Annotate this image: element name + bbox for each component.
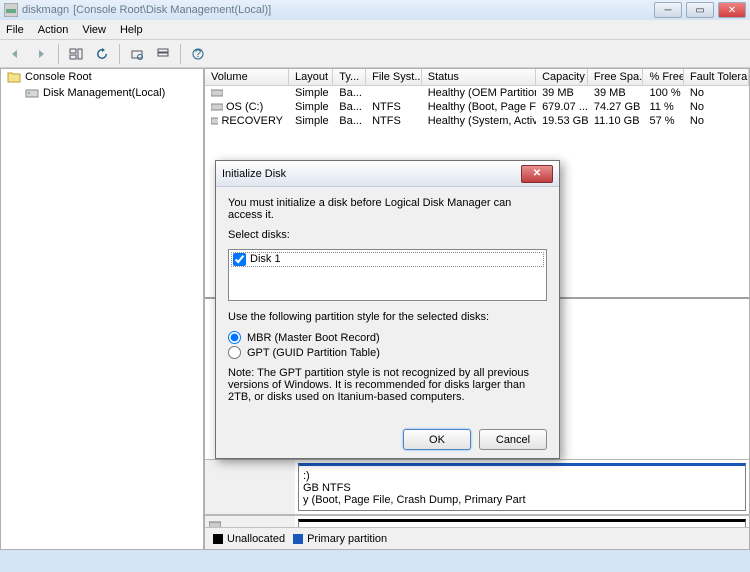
folder-icon — [7, 71, 21, 83]
volume-row[interactable]: OS (C:)SimpleBa...NTFSHealthy (Boot, Pag… — [205, 100, 749, 114]
col-fault[interactable]: Fault Tolera... — [684, 69, 749, 85]
initialize-disk-dialog: Initialize Disk ✕ You must initialize a … — [215, 160, 560, 459]
refresh-icon[interactable] — [91, 43, 113, 65]
menu-view[interactable]: View — [82, 24, 106, 36]
volume-row[interactable]: RECOVERYSimpleBa...NTFSHealthy (System, … — [205, 114, 749, 128]
disk1-row[interactable]: Unknown 59.63 GB Not Initialized 59.63 G… — [205, 515, 749, 527]
grid-header: Volume Layout Ty... File Syst... Status … — [205, 69, 749, 86]
mbr-label: MBR (Master Boot Record) — [247, 332, 380, 344]
toolbar: ? — [0, 40, 750, 68]
select-disks-label: Select disks: — [228, 229, 547, 241]
legend-unalloc-label: Unallocated — [227, 533, 285, 545]
disk-icon — [25, 87, 39, 99]
partition-style-label: Use the following partition style for th… — [228, 311, 547, 323]
dialog-title: Initialize Disk — [222, 168, 286, 180]
disk-glyph-icon — [209, 520, 221, 527]
dialog-titlebar[interactable]: Initialize Disk ✕ — [216, 161, 559, 187]
legend: Unallocated Primary partition — [205, 527, 749, 549]
legend-primary-label: Primary partition — [307, 533, 387, 545]
svg-text:?: ? — [195, 48, 201, 60]
app-icon — [4, 3, 18, 17]
disk1-checkbox-item[interactable]: Disk 1 — [231, 252, 544, 267]
rescan-icon[interactable] — [126, 43, 148, 65]
part-os-fs: GB NTFS — [303, 482, 741, 494]
dialog-message: You must initialize a disk before Logica… — [228, 197, 547, 221]
list-icon[interactable] — [152, 43, 174, 65]
mbr-radio[interactable] — [228, 331, 241, 344]
tree-root-label: Console Root — [25, 71, 92, 83]
help-icon[interactable]: ? — [187, 43, 209, 65]
gpt-radio[interactable] — [228, 346, 241, 359]
minimize-button[interactable]: ─ — [654, 2, 682, 18]
ok-button[interactable]: OK — [403, 429, 471, 450]
col-volume[interactable]: Volume — [205, 69, 289, 85]
disk1-checkbox[interactable] — [233, 253, 246, 266]
legend-primary-box — [293, 534, 303, 544]
tree-root[interactable]: Console Root — [1, 69, 203, 85]
tree-diskmgmt[interactable]: Disk Management(Local) — [1, 85, 203, 101]
close-button[interactable]: ✕ — [718, 2, 746, 18]
disk0-row-partial[interactable]: :) GB NTFS y (Boot, Page File, Crash Dum… — [205, 459, 749, 515]
menu-file[interactable]: File — [6, 24, 24, 36]
forward-button[interactable] — [30, 43, 52, 65]
menu-action[interactable]: Action — [38, 24, 69, 36]
view-icon[interactable] — [65, 43, 87, 65]
window-title: diskmagn — [22, 4, 69, 16]
gpt-label: GPT (GUID Partition Table) — [247, 347, 380, 359]
col-fs[interactable]: File Syst... — [366, 69, 422, 85]
maximize-button[interactable]: ▭ — [686, 2, 714, 18]
partition-unallocated[interactable]: 59.63 GB Unallocated — [298, 519, 746, 527]
titlebar: diskmagn [Console Root\Disk Management(L… — [0, 0, 750, 20]
col-layout[interactable]: Layout — [289, 69, 333, 85]
mbr-radio-item[interactable]: MBR (Master Boot Record) — [228, 331, 547, 344]
tree-diskmgmt-label: Disk Management(Local) — [43, 87, 165, 99]
col-capacity[interactable]: Capacity — [536, 69, 588, 85]
menu-help[interactable]: Help — [120, 24, 143, 36]
dialog-note: Note: The GPT partition style is not rec… — [228, 367, 547, 403]
col-type[interactable]: Ty... — [333, 69, 366, 85]
part-os-label: :) — [303, 470, 741, 482]
col-status[interactable]: Status — [422, 69, 536, 85]
dialog-close-button[interactable]: ✕ — [521, 165, 553, 183]
disk-listbox[interactable]: Disk 1 — [228, 249, 547, 301]
partition-os[interactable]: :) GB NTFS y (Boot, Page File, Crash Dum… — [298, 463, 746, 511]
col-pct[interactable]: % Free — [643, 69, 683, 85]
menubar: File Action View Help — [0, 20, 750, 40]
legend-unalloc-box — [213, 534, 223, 544]
part-os-status: y (Boot, Page File, Crash Dump, Primary … — [303, 494, 741, 506]
cancel-button[interactable]: Cancel — [479, 429, 547, 450]
window-subtitle: [Console Root\Disk Management(Local)] — [73, 4, 271, 16]
volume-row[interactable]: SimpleBa...Healthy (OEM Partition)39 MB3… — [205, 86, 749, 100]
back-button[interactable] — [4, 43, 26, 65]
disk1-check-label: Disk 1 — [250, 253, 281, 266]
gpt-radio-item[interactable]: GPT (GUID Partition Table) — [228, 346, 547, 359]
col-free[interactable]: Free Spa... — [588, 69, 644, 85]
tree-panel: Console Root Disk Management(Local) — [0, 68, 204, 550]
